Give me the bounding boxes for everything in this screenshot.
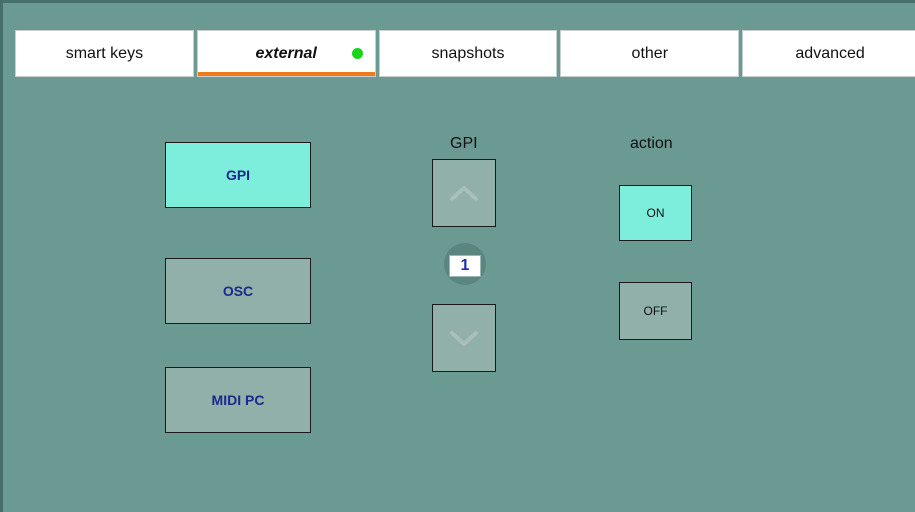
gpi-increment-button[interactable] bbox=[432, 159, 496, 227]
tab-label: snapshots bbox=[431, 44, 505, 62]
tab-snapshots[interactable]: snapshots bbox=[378, 30, 558, 77]
tab-label: smart keys bbox=[65, 44, 144, 62]
tab-label: external bbox=[255, 44, 317, 62]
gpi-decrement-button[interactable] bbox=[432, 304, 496, 372]
chevron-up-icon bbox=[450, 186, 478, 201]
tab-external[interactable]: external bbox=[196, 30, 376, 77]
tab-other[interactable]: other bbox=[560, 30, 740, 77]
tab-bar: smart keys external snapshots other adva… bbox=[15, 30, 915, 77]
status-dot-icon bbox=[351, 48, 363, 59]
external-panel: smart keys external snapshots other adva… bbox=[0, 0, 915, 512]
tab-label: advanced bbox=[795, 44, 865, 62]
tab-smart-keys[interactable]: smart keys bbox=[15, 30, 194, 77]
gpi-number-display: 1 bbox=[449, 255, 481, 277]
chevron-down-icon bbox=[450, 331, 478, 346]
gpi-source-button[interactable]: GPI bbox=[165, 142, 311, 208]
gpi-selector-label: GPI bbox=[450, 135, 478, 152]
action-label: action bbox=[630, 135, 673, 152]
midi-pc-source-button[interactable]: MIDI PC bbox=[165, 367, 311, 433]
osc-source-button[interactable]: OSC bbox=[165, 258, 311, 324]
action-off-button[interactable]: OFF bbox=[619, 282, 692, 340]
tab-label: other bbox=[631, 44, 669, 62]
action-on-button[interactable]: ON bbox=[619, 185, 692, 241]
tab-advanced[interactable]: advanced bbox=[742, 30, 915, 77]
